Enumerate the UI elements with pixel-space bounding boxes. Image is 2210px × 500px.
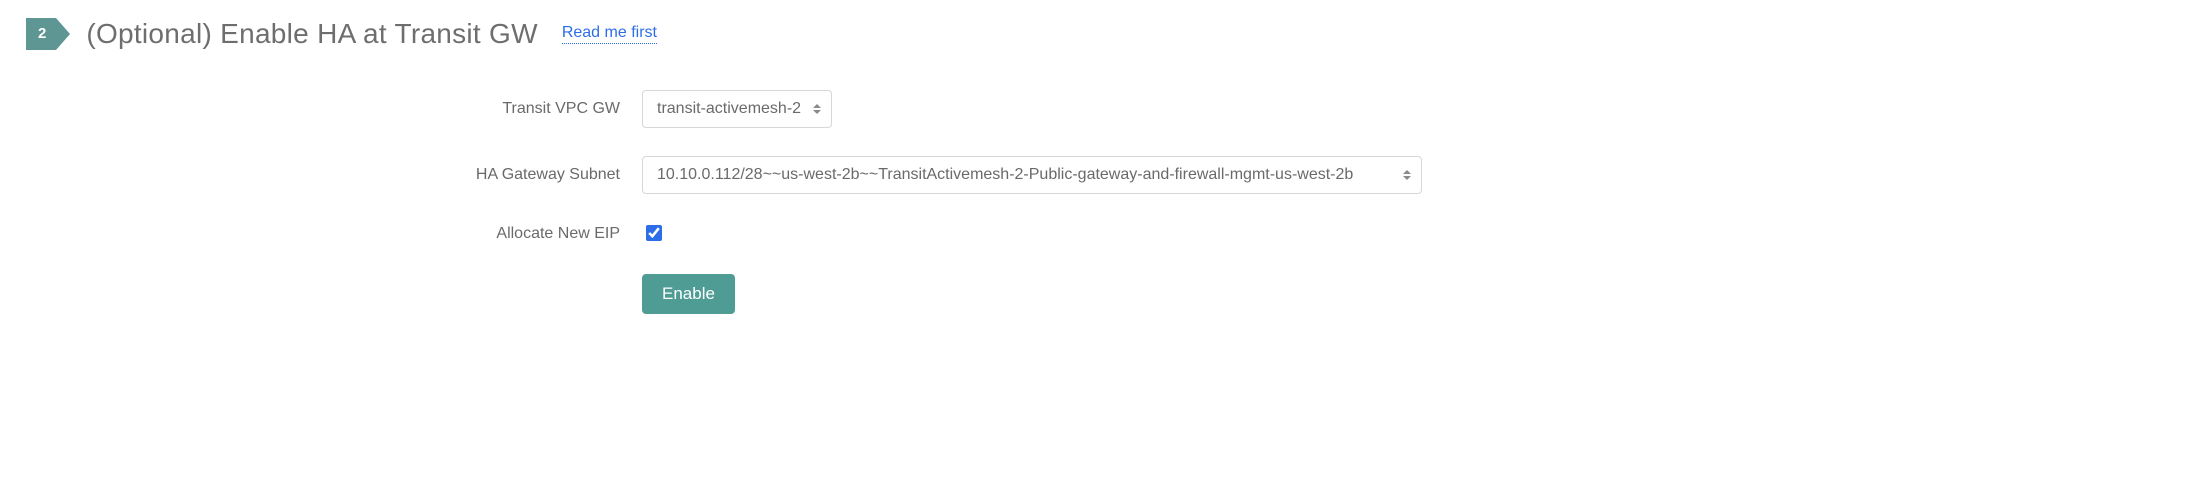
step-number: 2 <box>26 18 56 50</box>
ha-gateway-subnet-select[interactable]: 10.10.0.112/28~~us-west-2b~~TransitActiv… <box>642 156 1422 194</box>
allocate-new-eip-checkbox[interactable] <box>646 225 662 241</box>
enable-ha-form: Transit VPC GW transit-activemesh-2 HA G… <box>26 90 2184 314</box>
ha-gateway-subnet-value: 10.10.0.112/28~~us-west-2b~~TransitActiv… <box>657 166 1353 184</box>
allocate-new-eip-label: Allocate New EIP <box>26 225 642 243</box>
transit-vpc-gw-value: transit-activemesh-2 <box>657 100 801 118</box>
transit-vpc-gw-select[interactable]: transit-activemesh-2 <box>642 90 832 128</box>
step-badge: 2 <box>26 18 70 50</box>
enable-button[interactable]: Enable <box>642 274 735 314</box>
ha-gateway-subnet-label: HA Gateway Subnet <box>26 166 642 184</box>
select-caret-icon <box>1403 170 1411 180</box>
transit-vpc-gw-label: Transit VPC GW <box>26 100 642 118</box>
select-caret-icon <box>813 104 821 114</box>
section-header: 2 (Optional) Enable HA at Transit GW Rea… <box>26 18 2184 50</box>
step-arrow-icon <box>56 18 70 50</box>
section-title: (Optional) Enable HA at Transit GW <box>86 18 537 50</box>
readme-link[interactable]: Read me first <box>562 24 657 44</box>
